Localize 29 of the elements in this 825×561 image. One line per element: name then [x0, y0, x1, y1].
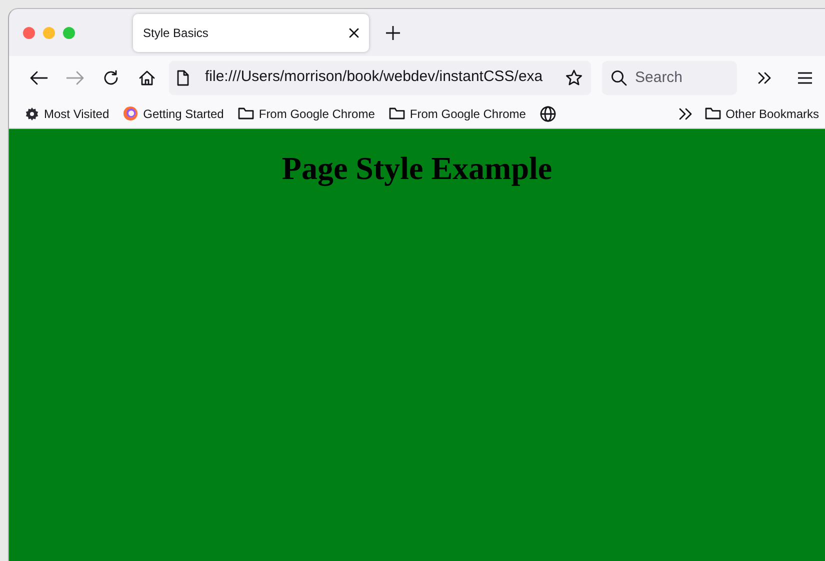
right-arrow-icon	[66, 70, 84, 84]
browser-tab[interactable]: Style Basics	[133, 14, 369, 52]
page-heading: Page Style Example	[280, 149, 554, 188]
url-text: file:///Users/morrison/book/webdev/instantCSS/exa	[205, 67, 544, 88]
other-bookmarks-button[interactable]: Other Bookmarks	[698, 102, 825, 124]
left-arrow-icon	[30, 70, 48, 84]
page-icon	[177, 70, 189, 86]
bookmark-item[interactable]: From Google Chrome	[232, 102, 381, 124]
folder-icon	[238, 107, 254, 120]
folder-icon	[704, 107, 721, 120]
menu-icon	[798, 72, 812, 84]
globe-icon	[540, 106, 556, 122]
address-bar[interactable]: file:///Users/morrison/book/webdev/instantCSS/exa	[169, 60, 591, 94]
bookmark-item[interactable]: Most Visited	[19, 102, 116, 124]
reload-icon	[103, 70, 119, 86]
close-window-button[interactable]	[23, 26, 35, 38]
home-icon	[139, 70, 155, 86]
gear-icon	[25, 106, 39, 120]
chevrons-icon	[758, 72, 772, 84]
bookmark-item[interactable]: From Google Chrome	[382, 102, 532, 124]
star-icon	[565, 68, 583, 86]
search-field[interactable]: Search	[602, 60, 737, 94]
search-icon	[611, 70, 627, 86]
folder-icon	[388, 107, 405, 120]
firefox-icon	[123, 106, 138, 121]
bookmark-item[interactable]: Getting Started	[117, 102, 230, 124]
chevrons-icon	[678, 108, 693, 120]
plus-icon	[386, 26, 400, 40]
close-icon	[349, 28, 359, 38]
